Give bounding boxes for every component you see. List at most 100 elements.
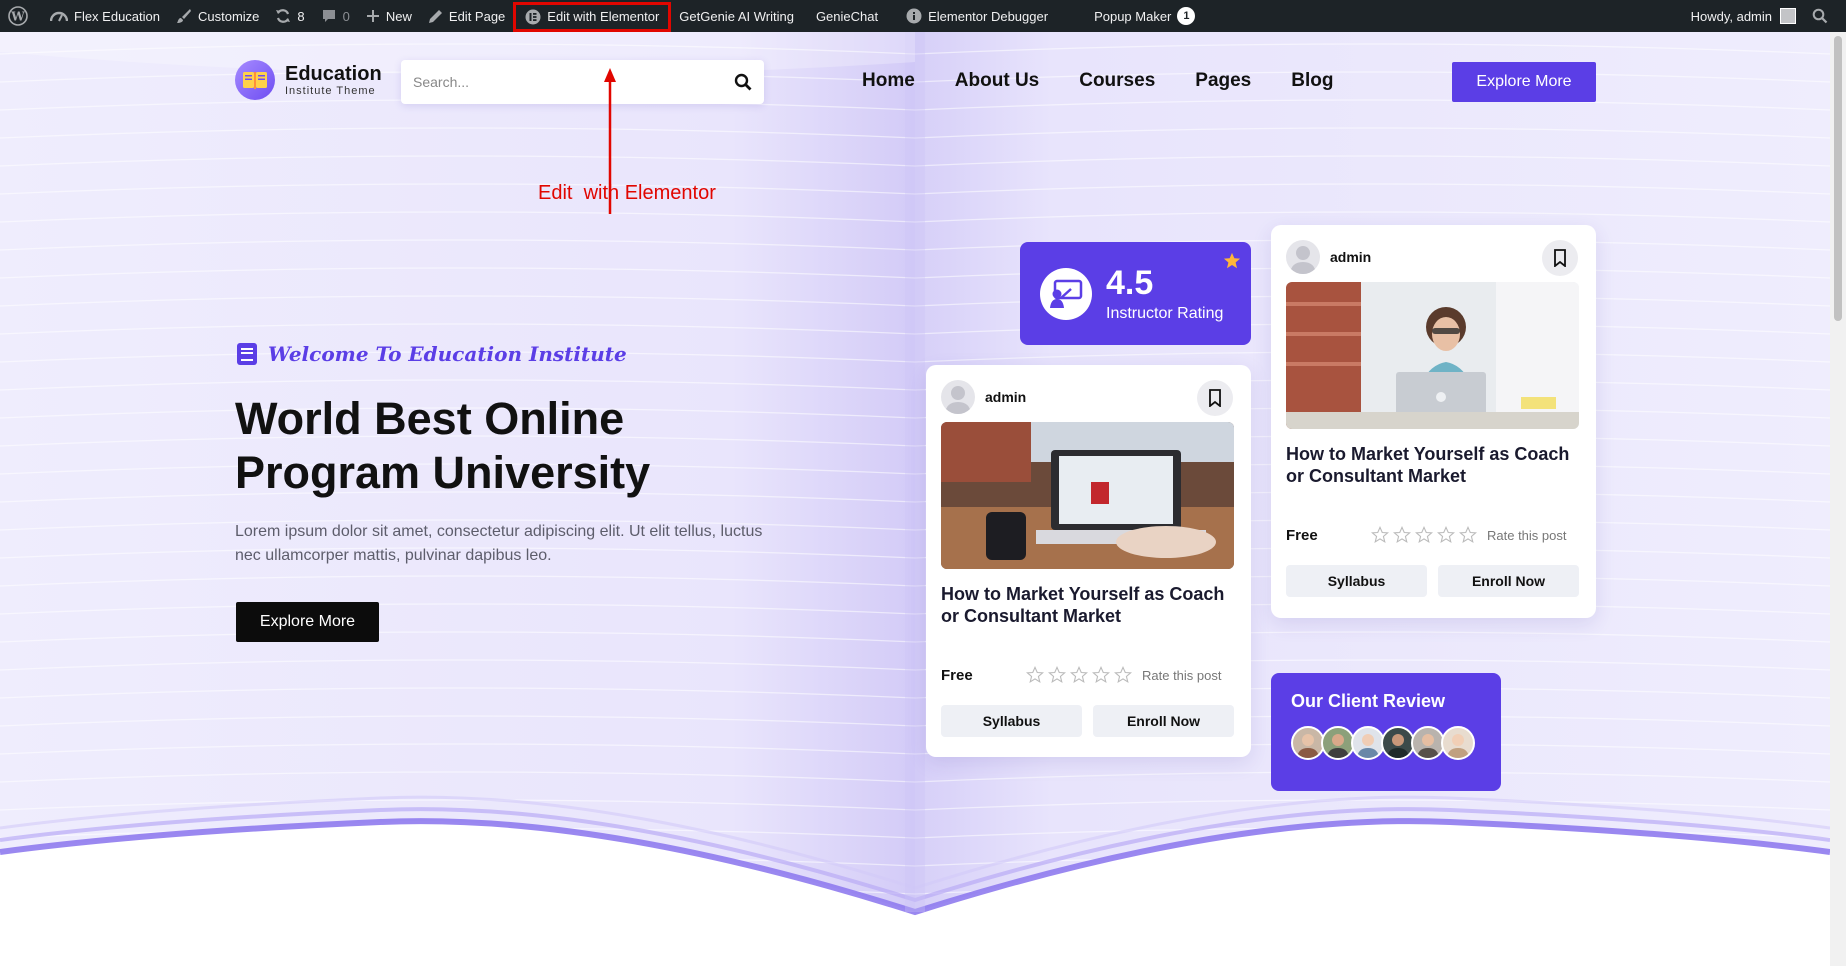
- enroll-now-button[interactable]: Enroll Now: [1093, 705, 1234, 737]
- presentation-icon: [1040, 267, 1092, 320]
- updates-button[interactable]: 8: [267, 0, 312, 32]
- star-outline-icon[interactable]: [1026, 666, 1044, 684]
- course-card: admin How to Market Yourself as Coach or…: [1271, 225, 1596, 618]
- star-icon: [1223, 252, 1241, 269]
- edit-page-button[interactable]: Edit Page: [420, 0, 513, 32]
- scrollbar-thumb[interactable]: [1834, 36, 1842, 321]
- client-avatar: [1441, 726, 1475, 760]
- popup-maker-button[interactable]: Popup Maker 1: [1086, 0, 1203, 32]
- main-nav: Home About Us Courses Pages Blog: [862, 70, 1333, 92]
- author-avatar: [1286, 240, 1320, 274]
- comments-count: 0: [342, 8, 350, 24]
- rating-value: 4.5: [1106, 263, 1154, 302]
- site-name-menu[interactable]: Flex Education: [42, 0, 168, 32]
- site-name-label: Flex Education: [74, 8, 160, 24]
- bookmark-icon: [1209, 389, 1221, 407]
- admin-avatar: [1780, 8, 1796, 24]
- search-input[interactable]: [413, 74, 734, 90]
- search-icon[interactable]: [734, 73, 752, 91]
- rate-this-post-label: Rate this post: [1142, 667, 1222, 683]
- elementor-icon: [525, 9, 541, 24]
- bookmark-icon: [1554, 249, 1566, 267]
- syllabus-button[interactable]: Syllabus: [941, 705, 1082, 737]
- pencil-icon: [428, 9, 442, 23]
- hero-section: Education Institute Theme Home About Us …: [0, 32, 1830, 966]
- geniechat-label: GenieChat: [815, 8, 879, 24]
- annotation-label: Edit with Elementor: [538, 182, 716, 204]
- updates-count: 8: [297, 8, 305, 24]
- welcome-text: Welcome To Education Institute: [268, 342, 627, 366]
- star-outline-icon[interactable]: [1048, 666, 1066, 684]
- popup-maker-label: Popup Maker: [1094, 8, 1172, 24]
- star-outline-icon[interactable]: [1437, 526, 1455, 544]
- star-outline-icon[interactable]: [1393, 526, 1411, 544]
- getgenie-label: GetGenie AI Writing: [679, 8, 794, 24]
- header-explore-more-button[interactable]: Explore More: [1452, 62, 1596, 102]
- site-logo[interactable]: Education Institute Theme: [235, 60, 382, 100]
- hero-explore-more-button[interactable]: Explore More: [236, 602, 379, 642]
- elementor-debugger-label: Elementor Debugger: [928, 8, 1049, 24]
- new-label: New: [385, 8, 412, 24]
- course-image: [1286, 282, 1579, 429]
- hero-headline: World Best Online Program University: [235, 392, 755, 500]
- syllabus-button[interactable]: Syllabus: [1286, 565, 1427, 597]
- star-outline-icon[interactable]: [1459, 526, 1477, 544]
- info-icon: [906, 8, 922, 24]
- admin-search-button[interactable]: [1804, 0, 1846, 32]
- star-outline-icon[interactable]: [1114, 666, 1132, 684]
- book-logo-icon: [235, 60, 275, 100]
- brush-icon: [177, 9, 191, 23]
- edit-with-elementor-label: Edit with Elementor: [547, 9, 660, 24]
- account-menu[interactable]: Howdy, admin: [1683, 0, 1804, 32]
- nav-courses[interactable]: Courses: [1079, 70, 1155, 92]
- course-title[interactable]: How to Market Yourself as Coach or Consu…: [1286, 443, 1586, 487]
- search-icon: [1812, 8, 1828, 24]
- page-scrollbar[interactable]: [1830, 32, 1846, 966]
- geniechat-button[interactable]: GenieChat: [808, 0, 886, 32]
- wordpress-logo-button[interactable]: W: [0, 0, 42, 32]
- getgenie-button[interactable]: GetGenie AI Writing: [671, 0, 802, 32]
- admin-bar: W Flex Education Customize 8 0 New Edit …: [0, 0, 1846, 32]
- dashboard-icon: [50, 11, 68, 22]
- author-name: admin: [985, 389, 1027, 405]
- course-title[interactable]: How to Market Yourself as Coach or Consu…: [941, 583, 1241, 627]
- client-avatar: [1291, 726, 1325, 760]
- customize-label: Customize: [198, 8, 260, 24]
- rating-stars[interactable]: Rate this post: [1371, 526, 1567, 544]
- nav-blog[interactable]: Blog: [1291, 70, 1333, 92]
- edit-page-label: Edit Page: [448, 8, 506, 24]
- nav-home[interactable]: Home: [862, 70, 915, 92]
- plus-icon: [366, 10, 379, 22]
- course-image: [941, 422, 1234, 569]
- nav-about-us[interactable]: About Us: [955, 70, 1039, 92]
- comment-icon: [322, 10, 335, 22]
- customize-button[interactable]: Customize: [168, 0, 267, 32]
- client-avatar: [1411, 726, 1445, 760]
- client-avatar: [1321, 726, 1355, 760]
- bookmark-button[interactable]: [1542, 240, 1578, 276]
- svg-text:W: W: [10, 10, 25, 24]
- rate-this-post-label: Rate this post: [1487, 527, 1567, 543]
- new-content-button[interactable]: New: [358, 0, 420, 32]
- course-price: Free: [1286, 527, 1318, 544]
- client-review-card: Our Client Review: [1271, 673, 1501, 791]
- search-box: [401, 60, 764, 104]
- client-avatars: [1291, 726, 1481, 760]
- client-avatar: [1381, 726, 1415, 760]
- comments-button[interactable]: 0: [313, 0, 358, 32]
- hero-description: Lorem ipsum dolor sit amet, consectetur …: [235, 523, 763, 564]
- headline-line-2: Program University: [235, 447, 651, 498]
- wordpress-icon: W: [8, 6, 28, 26]
- rating-stars[interactable]: Rate this post: [1026, 666, 1222, 684]
- nav-pages[interactable]: Pages: [1195, 70, 1251, 92]
- star-outline-icon[interactable]: [1070, 666, 1088, 684]
- enroll-now-button[interactable]: Enroll Now: [1438, 565, 1579, 597]
- bookmark-button[interactable]: [1197, 380, 1233, 416]
- elementor-debugger-button[interactable]: Elementor Debugger: [898, 0, 1056, 32]
- star-outline-icon[interactable]: [1092, 666, 1110, 684]
- course-price: Free: [941, 667, 973, 684]
- star-outline-icon[interactable]: [1415, 526, 1433, 544]
- star-outline-icon[interactable]: [1371, 526, 1389, 544]
- updates-icon: [276, 9, 291, 23]
- edit-with-elementor-button[interactable]: Edit with Elementor: [513, 1, 672, 32]
